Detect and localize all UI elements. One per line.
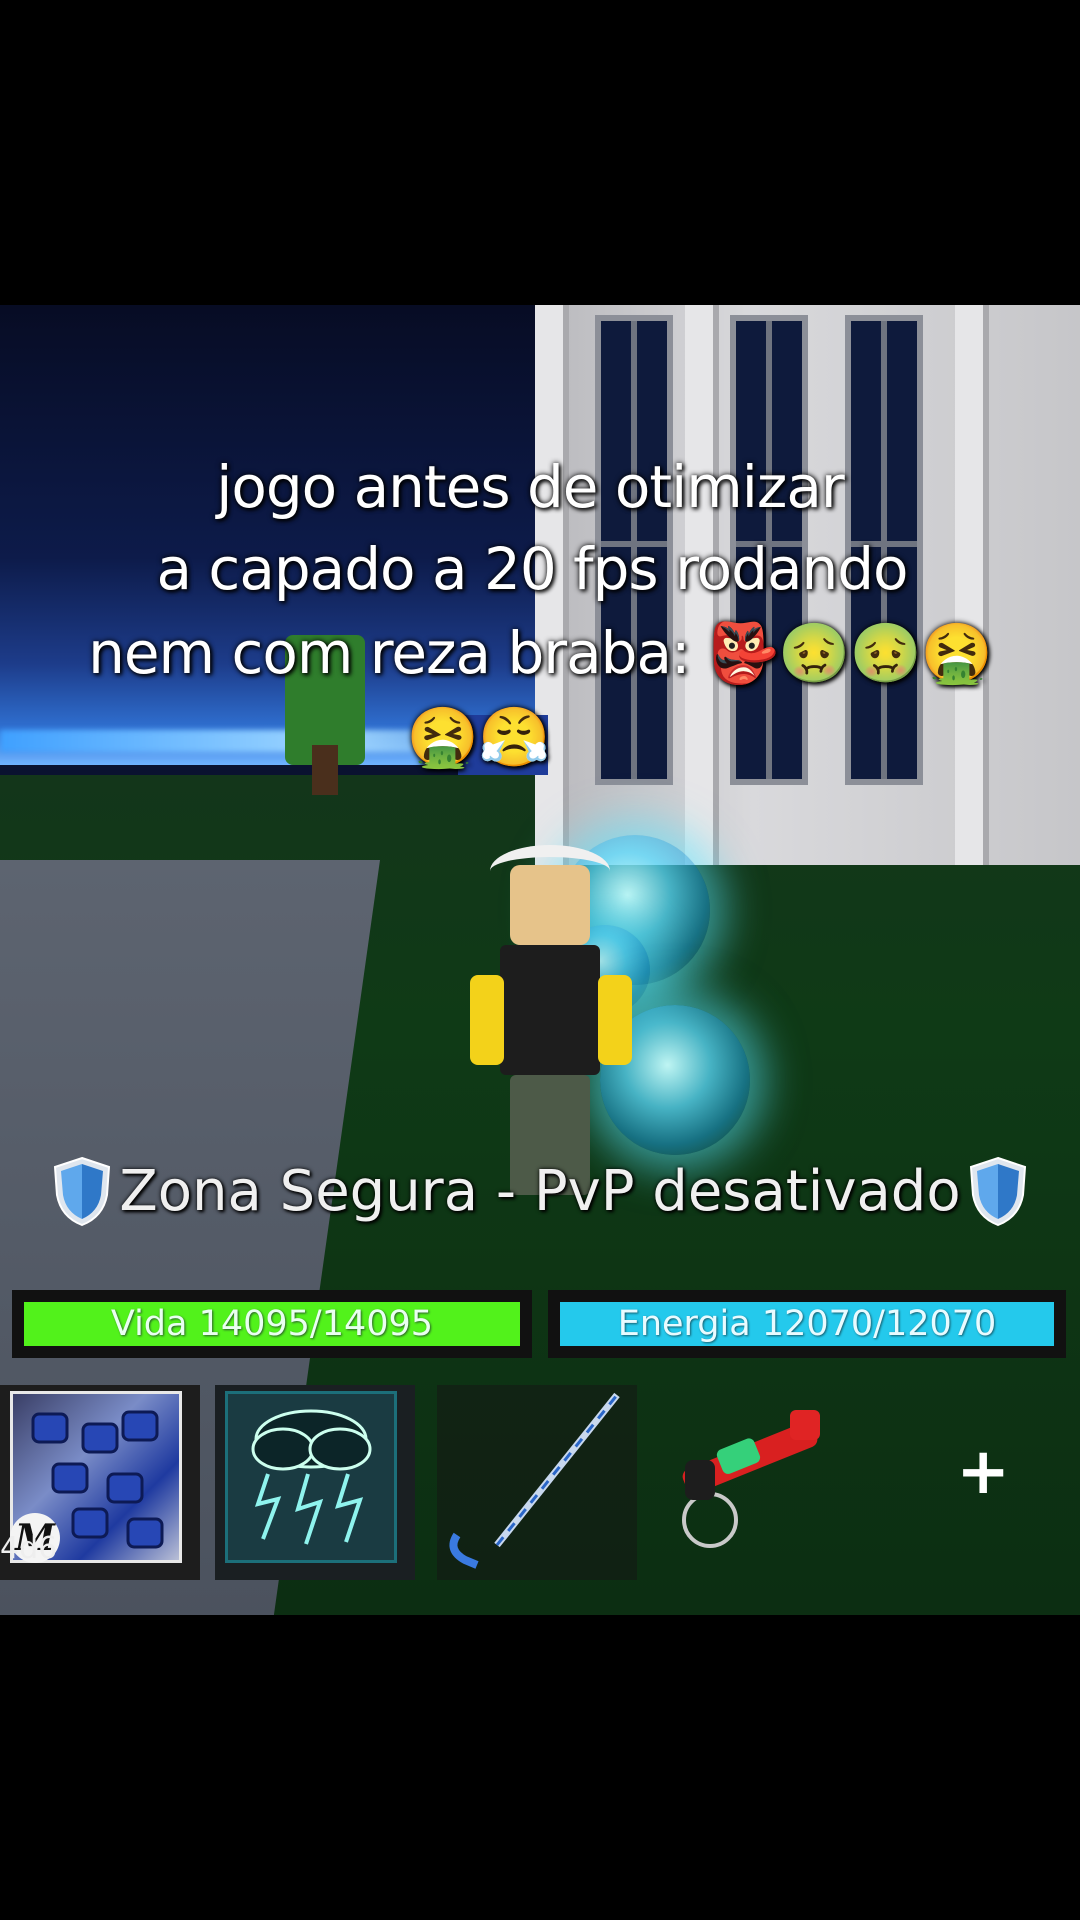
caption-line: jogo antes de otimizar xyxy=(216,453,844,521)
player-avatar xyxy=(470,845,632,1195)
caption-line: a capado a 20 fps rodando xyxy=(156,535,908,603)
safe-zone-text: Zona Segura - PvP desativado xyxy=(119,1158,961,1224)
caption-line: nem com reza braba: 👺🤢🤢🤮 xyxy=(88,619,993,687)
add-slot-icon[interactable]: + xyxy=(956,1435,1010,1509)
hotbar-slot-fighting-style[interactable]: M 4d6 xyxy=(0,1385,200,1580)
sword-staff-icon xyxy=(449,1392,620,1569)
shield-icon xyxy=(969,1156,1026,1227)
hotbar-slot-gun[interactable] xyxy=(650,1385,850,1580)
hotbar-slot-sword[interactable] xyxy=(437,1385,637,1580)
slot-tag: 4d6 xyxy=(0,1531,58,1566)
avatar-body xyxy=(500,945,600,1075)
avatar-head xyxy=(510,865,590,945)
storm-cloud-fruit-icon xyxy=(225,1391,397,1563)
caption-line: 🤮😤 xyxy=(406,703,550,771)
avatar-arm xyxy=(598,975,632,1065)
energy-bar: Energia 12070/12070 xyxy=(548,1290,1066,1358)
hotbar: M 4d6 + xyxy=(0,1385,1080,1585)
health-bar-label: Vida 14095/14095 xyxy=(110,1304,434,1344)
shield-icon xyxy=(54,1156,111,1227)
hotbar-slot-fruit[interactable] xyxy=(215,1385,415,1580)
avatar-arm xyxy=(470,975,504,1065)
energy-bar-label: Energia 12070/12070 xyxy=(617,1304,997,1344)
bazooka-gun-icon xyxy=(682,1410,820,1548)
safe-zone-banner: Zona Segura - PvP desativado xyxy=(0,1155,1080,1227)
health-bar: Vida 14095/14095 xyxy=(12,1290,532,1358)
